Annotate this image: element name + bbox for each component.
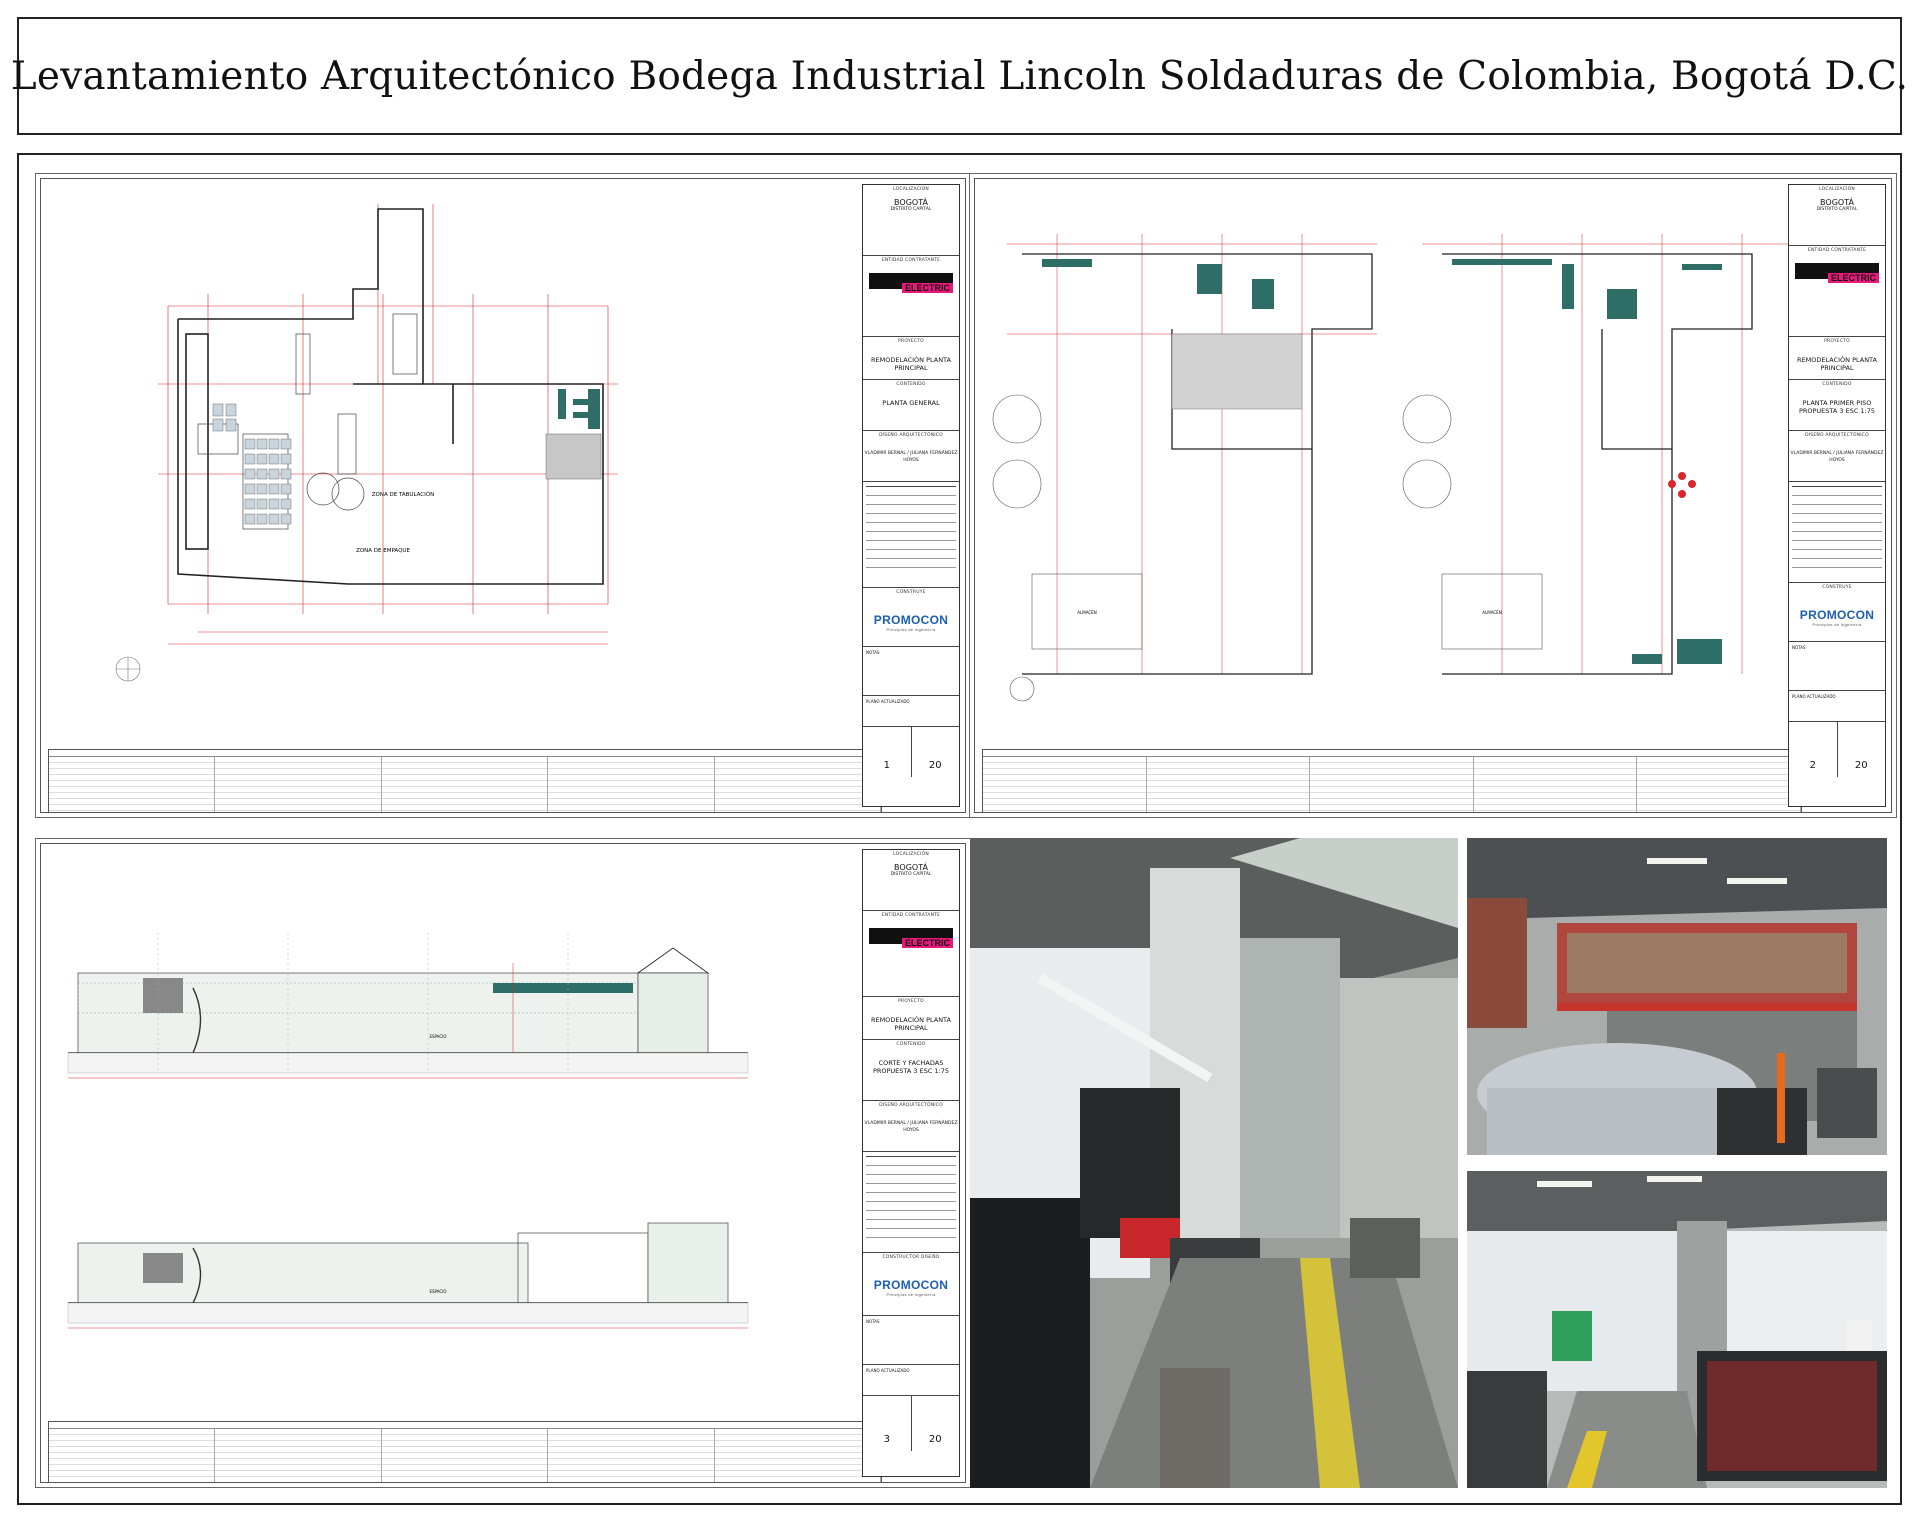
board-frame: ZONA DE TABULACIÓN ZONA DE EMPAQUE LOCAL… [17, 153, 1902, 1505]
tb-content: PLANTA PRIMER PISO PROPUESTA 3 ESC 1:75 [1798, 399, 1876, 415]
promocon-logo: PROMOCON Principios de Ingeniería [1799, 608, 1875, 627]
sheet-total: 20 [910, 727, 960, 777]
tb-city-sub: DISTRITO CAPITAL [1816, 207, 1858, 212]
section-elevation-drawing: ESPACIO ESPACIO [67, 933, 749, 1329]
floor-plan-drawing: ZONA DE TABULACIÓN ZONA DE EMPAQUE [115, 204, 618, 682]
sheet-number: 1 [883, 760, 890, 771]
sheet-corte-fachadas: ESPACIO ESPACIO LOCALIZACIÓN BOGOTÁ DIST… [35, 838, 971, 1488]
sheet-total: 20 [910, 1396, 960, 1451]
floor-plan-proposal-drawing: ALMACÉN ALMACÉN [992, 234, 1792, 702]
tb-designers: VLADIMIR BERNAL / JULIANA FERNÁNDEZ HOYO… [864, 451, 958, 463]
tb-city: BOGOTÁ [894, 198, 928, 207]
tb-project: REMODELACIÓN PLANTA PRINCIPAL [871, 356, 951, 372]
title-frame: Levantamiento Arquitectónico Bodega Indu… [11, 17, 1908, 135]
title-block-2: LOCALIZACIÓN BOGOTÁ DISTRITO CAPITAL ENT… [1788, 184, 1886, 807]
promocon-logo: PROMOCON Principios de Ingeniería [873, 613, 949, 632]
page-title: Levantamiento Arquitectónico Bodega Indu… [10, 53, 1909, 99]
legend-strip-2 [982, 749, 1802, 813]
sheet-number: 2 [1809, 760, 1816, 771]
tb-city-sub: DISTRITO CAPITAL [890, 207, 932, 212]
electric-logo: ELECTRIC [869, 273, 953, 293]
sheet-number: 3 [883, 1434, 890, 1445]
tb-designers: VLADIMIR BERNAL / JULIANA FERNÁNDEZ HOYO… [1790, 451, 1884, 463]
tb-project: REMODELACIÓN PLANTA PRINCIPAL [871, 1016, 951, 1032]
title-block: LOCALIZACIÓN BOGOTÁ DISTRITO CAPITAL ENT… [862, 184, 960, 807]
electric-logo: ELECTRIC [869, 928, 953, 948]
photo-workshop-interior [970, 838, 1458, 1488]
label-almacen-2: ALMACÉN [1482, 610, 1501, 615]
label-espacio-1: ESPACIO [429, 1034, 446, 1039]
photo-mezzanine-storage [1467, 838, 1887, 1155]
tb-content: PLANTA GENERAL [882, 399, 940, 407]
photo-warehouse-cages [1467, 1171, 1887, 1488]
label-almacen-1: ALMACÉN [1077, 610, 1096, 615]
tb-project: REMODELACIÓN PLANTA PRINCIPAL [1797, 356, 1877, 372]
tb-designers: VLADIMIR BERNAL / JULIANA FERNÁNDEZ HOYO… [864, 1121, 958, 1133]
title-block-3: LOCALIZACIÓN BOGOTÁ DISTRITO CAPITAL ENT… [862, 849, 960, 1477]
legend-strip-3 [48, 1421, 882, 1483]
tb-city: BOGOTÁ [1820, 198, 1854, 207]
sheet-planta-general: ZONA DE TABULACIÓN ZONA DE EMPAQUE LOCAL… [35, 173, 971, 818]
electric-logo: ELECTRIC [1795, 263, 1879, 283]
sheet-planta-primer-piso: ALMACÉN ALMACÉN LOCALIZACIÓN BOGOTÁ DIST… [969, 173, 1897, 818]
promocon-logo: PROMOCON Principios de Ingeniería [873, 1278, 949, 1297]
tb-city: BOGOTÁ [894, 863, 928, 872]
label-espacio-2: ESPACIO [429, 1289, 446, 1294]
sheet-total: 20 [1836, 722, 1886, 777]
tb-content: CORTE Y FACHADAS PROPUESTA 3 ESC 1:75 [872, 1059, 950, 1075]
tb-city-sub: DISTRITO CAPITAL [890, 872, 932, 877]
legend-strip [48, 749, 882, 813]
label-zona-tabulacion: ZONA DE TABULACIÓN [372, 491, 434, 498]
label-zona-empaque: ZONA DE EMPAQUE [356, 548, 410, 554]
